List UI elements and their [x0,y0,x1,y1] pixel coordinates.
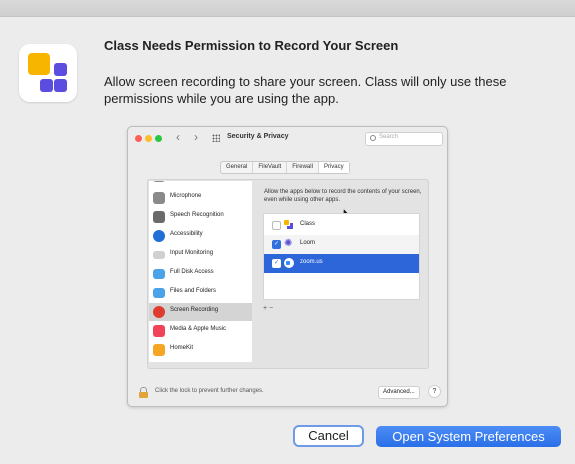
home-icon [153,344,165,356]
minimize-light-icon [145,135,152,142]
zoom-light-icon [155,135,162,142]
sidebar-item-homekit: HomeKit [149,341,252,359]
screen-recording-icon [153,306,165,318]
search-placeholder: Search [379,134,399,140]
sidebar-item-media-apple-music: Media & Apple Music [149,322,252,340]
screen-recording-instructions: Allow the apps below to record the conte… [264,189,422,203]
sidebar-icon [153,181,165,182]
folder-icon [153,269,165,279]
sidebar-item-label: HomeKit [170,345,194,351]
class-app-icon [19,44,77,102]
sidebar-item-screen-recording: Screen Recording [149,303,252,321]
dialog-description: Allow screen recording to share your scr… [104,74,507,106]
sidebar-item-label: Accessibility [170,231,203,237]
title-bar [0,0,575,17]
close-light-icon [135,135,142,142]
forward-icon: › [194,130,198,144]
lock-text: Click the lock to prevent further change… [155,388,264,394]
sidebar-item-label: Full Disk Access [170,269,214,275]
sidebar-item-accessibility: Accessibility [149,227,252,245]
sidebar-item-files-and-folders: Files and Folders [149,284,252,302]
cancel-button[interactable]: Cancel [293,425,364,447]
app-label: zoom.us [300,259,323,265]
lock-icon [139,387,148,398]
sidebar-item-label: Speech Recognition [170,212,224,218]
sidebar-item-speech-recognition: Speech Recognition [149,208,252,226]
system-preferences-screenshot: ‹ › Security & Privacy Search General Fi… [127,126,448,407]
zoom-icon [284,258,294,268]
class-checkbox [272,221,281,230]
keyboard-icon [153,251,165,259]
back-icon: ‹ [176,130,180,144]
app-row-class: Class [264,216,419,235]
zoom-checkbox: ✓ [272,259,281,268]
open-system-preferences-button[interactable]: Open System Preferences [376,426,561,447]
sidebar-item-label: Screen Recording [170,307,219,313]
prefs-footer: Click the lock to prevent further change… [128,382,447,406]
advanced-button: Advanced... [378,386,420,399]
tab-filevault: FileVault [253,162,288,173]
tab-privacy: Privacy [318,162,349,173]
sidebar-item-label: Files and Folders [170,288,217,294]
help-button: ? [428,385,441,398]
screen-recording-app-list: Class ✓ ✺ Loom ✓ zoom.us [263,213,420,300]
speech-recognition-icon [153,211,165,223]
sidebar-item-microphone: Microphone [149,189,252,207]
show-all-grid-icon [212,134,220,142]
app-icon-square [54,63,67,76]
sidebar-item-partial [149,181,252,185]
app-icon-square [54,79,67,92]
loom-checkbox: ✓ [272,240,281,249]
app-label: Loom [300,240,316,246]
folder-icon [153,288,165,298]
add-remove-buttons: + − [263,305,274,312]
app-icon-yellow-square [28,53,50,75]
app-row-zoom: ✓ zoom.us [264,254,419,273]
app-icon-square [40,79,53,92]
app-label: Class [300,221,316,227]
tab-general: General [221,162,254,173]
app-row-loom: ✓ ✺ Loom [264,235,419,254]
sidebar-item-label: Microphone [170,193,202,199]
sidebar-item-input-monitoring: Input Monitoring [149,246,252,264]
dialog-title: Class Needs Permission to Record Your Sc… [104,38,399,53]
prefs-tabs: General FileVault Firewall Privacy [220,161,350,174]
prefs-search-field: Search [365,132,443,146]
prefs-toolbar: ‹ › Security & Privacy Search [128,127,447,149]
tab-firewall: Firewall [287,162,319,173]
sidebar-item-full-disk-access: Full Disk Access [149,265,252,283]
privacy-sidebar: Microphone Speech Recognition Accessibil… [149,181,252,362]
music-icon [153,325,165,337]
search-icon [370,135,376,141]
microphone-icon [153,192,165,204]
class-app-icon [284,220,294,230]
loom-icon: ✺ [284,238,293,249]
sidebar-item-label: Input Monitoring [170,250,214,256]
prefs-window-title: Security & Privacy [227,133,289,140]
accessibility-icon [153,230,165,242]
sidebar-item-label: Media & Apple Music [170,326,227,332]
